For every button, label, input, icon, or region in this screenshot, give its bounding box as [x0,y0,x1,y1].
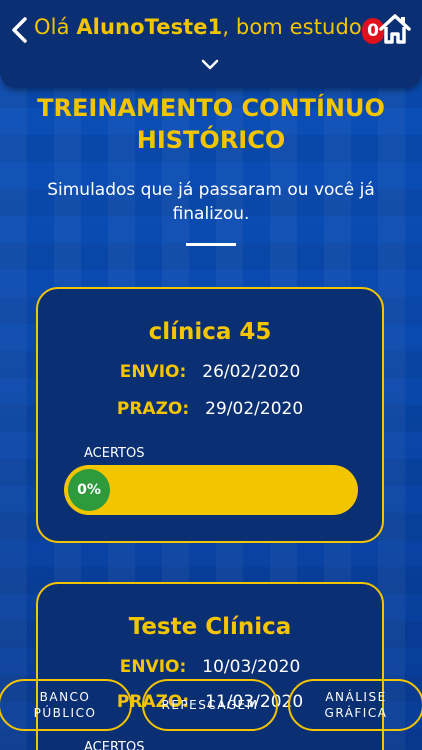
acertos-percent: 0% [68,469,110,511]
analise-grafica-label: ANÁLISE GRÁFICA [325,689,388,721]
username: AlunoTeste1 [76,15,223,39]
greeting-text: Olá AlunoTeste1, bom estudo. [34,15,368,39]
greeting-prefix: Olá [34,15,77,39]
envio-value: 26/02/2020 [202,362,301,382]
top-header: Olá AlunoTeste1, bom estudo. 0 [0,0,422,88]
acertos-progress-bar: 0% [64,465,358,515]
page-title-line1: TREINAMENTO CONTÍNUO [37,94,385,122]
analise-line1: ANÁLISE [325,690,387,704]
prazo-row: PRAZO: 29/02/2020 [38,399,382,419]
greeting-suffix: , bom estudo. [222,15,369,39]
prazo-value: 29/02/2020 [205,399,304,419]
banco-line1: BANCO [39,690,91,704]
analise-grafica-button[interactable]: ANÁLISE GRÁFICA [288,679,422,731]
card-title: clínica 45 [148,319,272,345]
back-button[interactable] [8,14,30,46]
banco-publico-label: BANCO PÚBLICO [34,689,97,721]
envio-value: 10/03/2020 [202,657,301,677]
repescagem-button[interactable]: REPESCAGEM [142,679,278,731]
chevron-left-icon [12,17,27,43]
title-divider [186,243,236,246]
history-card[interactable]: clínica 45 ENVIO: 26/02/2020 PRAZO: 29/0… [36,287,384,543]
envio-row: ENVIO: 26/02/2020 [38,362,382,382]
acertos-label: ACERTOS [84,740,145,750]
acertos-label: ACERTOS [84,446,145,461]
card-title: Teste Clínica [128,614,292,640]
page-title-line2: HISTÓRICO [136,126,286,154]
envio-row: ENVIO: 10/03/2020 [38,657,382,677]
envio-label: ENVIO: [119,362,187,382]
chevron-down-icon[interactable] [200,58,220,72]
home-icon [379,14,411,44]
analise-line2: GRÁFICA [324,706,388,720]
page-subtitle: Simulados que já passaram ou você já fin… [47,180,375,224]
prazo-label: PRAZO: [116,399,190,419]
home-button[interactable] [378,12,412,46]
envio-label: ENVIO: [119,657,187,677]
banco-line2: PÚBLICO [33,706,97,720]
repescagem-label: REPESCAGEM [161,698,259,712]
banco-publico-button[interactable]: BANCO PÚBLICO [0,679,132,731]
